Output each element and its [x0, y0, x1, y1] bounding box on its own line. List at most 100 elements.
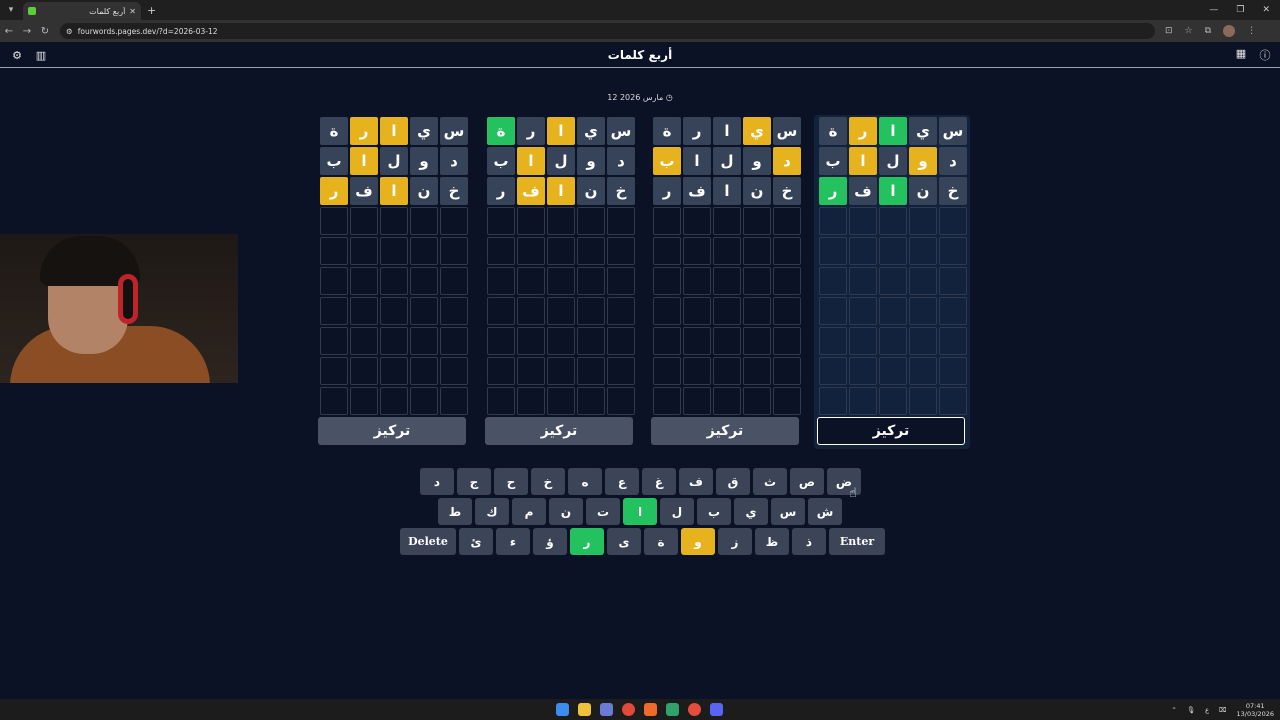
letter-key[interactable]: ع	[605, 468, 639, 495]
letter-key[interactable]: ح	[494, 468, 528, 495]
letter-key[interactable]: ز	[718, 528, 752, 555]
letter-key[interactable]: ك	[475, 498, 509, 525]
guess-row	[651, 357, 801, 385]
empty-tile	[939, 297, 967, 325]
letter-key[interactable]: ء	[496, 528, 530, 555]
discord-icon[interactable]	[710, 703, 723, 716]
letter-key[interactable]: ت	[586, 498, 620, 525]
language-icon[interactable]: ع	[1205, 706, 1209, 714]
tab-search-icon[interactable]: ▾	[3, 2, 19, 18]
letter-key[interactable]: م	[512, 498, 546, 525]
letter-key[interactable]: ص	[790, 468, 824, 495]
letter-key[interactable]: ب	[697, 498, 731, 525]
empty-tile	[410, 237, 438, 265]
letter-tile: س	[939, 117, 967, 145]
letter-tile: ا	[517, 147, 545, 175]
letter-key[interactable]: ط	[438, 498, 472, 525]
empty-tile	[577, 207, 605, 235]
obs-icon[interactable]	[688, 703, 701, 716]
word-board-2[interactable]: س ي ا ر ة د و ل ا ب خ ن ا ف ر تركيز	[648, 115, 804, 449]
empty-tile	[607, 357, 635, 385]
word-board-3[interactable]: س ي ا ر ة د و ل ا ب خ ن ا ف ر تركيز	[482, 115, 638, 449]
tab-close-icon[interactable]: ✕	[129, 7, 136, 16]
empty-tile	[577, 357, 605, 385]
letter-tile: ي	[410, 117, 438, 145]
empty-tile	[849, 267, 877, 295]
settings-gear-icon[interactable]: ⚙	[6, 49, 28, 62]
taskbar-clock[interactable]: 07:41 13/03/2026	[1237, 702, 1274, 718]
extensions-icon[interactable]: ⧉	[1205, 26, 1211, 36]
stats-chart-icon[interactable]: ▥	[30, 49, 52, 62]
letter-key[interactable]: ش	[808, 498, 842, 525]
enter-key[interactable]: Enter	[829, 528, 885, 555]
letter-tile: خ	[607, 177, 635, 205]
letter-key[interactable]: ؤ	[533, 528, 567, 555]
letter-key[interactable]: ة	[644, 528, 678, 555]
info-icon[interactable]: ⓘ	[1254, 47, 1276, 63]
letter-key[interactable]: ن	[549, 498, 583, 525]
letter-tile: ر	[320, 177, 348, 205]
calendar-icon[interactable]: ▦	[1230, 47, 1252, 63]
bookmark-star-icon[interactable]: ☆	[1185, 26, 1193, 36]
letter-key[interactable]: ج	[457, 468, 491, 495]
word-board-4[interactable]: س ي ا ر ة د و ل ا ب خ ن ا ف ر تركيز	[315, 115, 471, 449]
letter-key[interactable]: د	[420, 468, 454, 495]
site-info-icon[interactable]: ⚙	[66, 27, 73, 36]
letter-key[interactable]: ذ	[792, 528, 826, 555]
restore-icon[interactable]: ❐	[1236, 5, 1244, 15]
letter-key[interactable]: ي	[734, 498, 768, 525]
guess-row	[651, 327, 801, 355]
letter-key[interactable]: ق	[716, 468, 750, 495]
focus-button[interactable]: تركيز	[817, 417, 965, 445]
letter-key[interactable]: ه	[568, 468, 602, 495]
browser-tab[interactable]: أربع كلمات ✕	[23, 2, 141, 20]
file-explorer-icon[interactable]	[578, 703, 591, 716]
empty-tile	[743, 207, 771, 235]
letter-key[interactable]: ف	[679, 468, 713, 495]
install-app-icon[interactable]: ⊡	[1165, 26, 1173, 36]
minimize-icon[interactable]: —	[1209, 5, 1218, 15]
forward-icon[interactable]: →	[18, 26, 36, 37]
letter-key[interactable]: س	[771, 498, 805, 525]
network-icon[interactable]: ⌧	[1219, 706, 1227, 714]
letter-tile: د	[440, 147, 468, 175]
app-icon[interactable]	[666, 703, 679, 716]
letter-key[interactable]: ظ	[755, 528, 789, 555]
letter-key[interactable]: خ	[531, 468, 565, 495]
letter-key[interactable]: ا	[623, 498, 657, 525]
guess-row: دولاب	[485, 147, 635, 175]
store-icon[interactable]	[600, 703, 613, 716]
guess-row: سيارة	[817, 117, 967, 145]
address-bar[interactable]: ⚙ fourwords.pages.dev/?d=2026-03-12	[60, 23, 1155, 39]
delete-key[interactable]: Delete	[400, 528, 456, 555]
start-icon[interactable]	[556, 703, 569, 716]
letter-key[interactable]: و	[681, 528, 715, 555]
tray-chevron-icon[interactable]: ⌃	[1171, 706, 1176, 714]
letter-key[interactable]: ث	[753, 468, 787, 495]
letter-key[interactable]: ر	[570, 528, 604, 555]
letter-tile: ر	[683, 117, 711, 145]
guess-row	[651, 297, 801, 325]
brave-icon[interactable]	[644, 703, 657, 716]
letter-key[interactable]: غ	[642, 468, 676, 495]
browser-menu-icon[interactable]: ⋮	[1247, 26, 1256, 36]
chrome-icon[interactable]	[622, 703, 635, 716]
letter-key[interactable]: ئ	[459, 528, 493, 555]
new-tab-icon[interactable]: +	[147, 4, 156, 17]
letter-key[interactable]: ل	[660, 498, 694, 525]
guess-row	[651, 267, 801, 295]
empty-tile	[487, 297, 515, 325]
focus-button[interactable]: تركيز	[485, 417, 633, 445]
profile-avatar[interactable]	[1223, 25, 1236, 37]
back-icon[interactable]: ←	[0, 26, 18, 37]
word-board-1[interactable]: س ي ا ر ة د و ل ا ب خ ن ا ف ر تركيز	[814, 115, 970, 449]
reload-icon[interactable]: ↻	[36, 26, 54, 37]
mic-icon[interactable]: 🎙	[1187, 706, 1195, 714]
letter-key[interactable]: ى	[607, 528, 641, 555]
guess-row	[817, 297, 967, 325]
focus-button[interactable]: تركيز	[651, 417, 799, 445]
window-close-icon[interactable]: ✕	[1262, 5, 1270, 15]
letter-tile: ل	[547, 147, 575, 175]
focus-button[interactable]: تركيز	[318, 417, 466, 445]
guess-row: خنافر	[485, 177, 635, 205]
